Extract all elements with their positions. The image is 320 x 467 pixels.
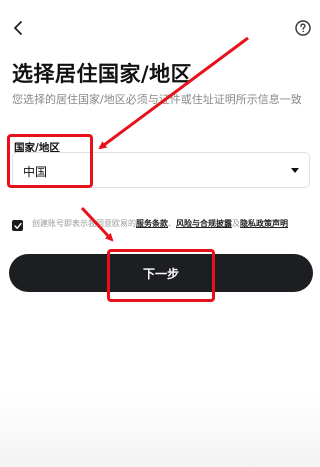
check-icon [13,222,22,229]
highlight-country-box [7,134,93,188]
chevron-left-icon [14,21,22,35]
footer-area [0,395,320,467]
agreement-sep-1: 、 [168,219,176,228]
agreement-text: 创建账号即表示我同意欧易的服务条款、风险与合规披露及隐私政策声明 [32,218,312,230]
page-title: 选择居住国家/地区 [12,62,193,86]
highlight-next-button-box [107,249,215,302]
top-bar [0,0,320,60]
agreement-sep-2: 及 [232,219,240,228]
terms-link[interactable]: 服务条款 [136,219,168,228]
back-button[interactable] [8,18,28,38]
agreement-prefix: 创建账号即表示我同意欧易的 [32,219,136,228]
privacy-policy-link[interactable]: 隐私政策声明 [240,219,288,228]
help-button[interactable] [294,19,312,37]
risk-disclosure-link[interactable]: 风险与合规披露 [176,219,232,228]
page-subtitle: 您选择的居住国家/地区必须与证件或住址证明所示信息一致 [12,93,302,106]
question-circle-icon [295,20,311,36]
agreement-checkbox[interactable] [12,220,23,231]
caret-down-icon [291,168,299,173]
